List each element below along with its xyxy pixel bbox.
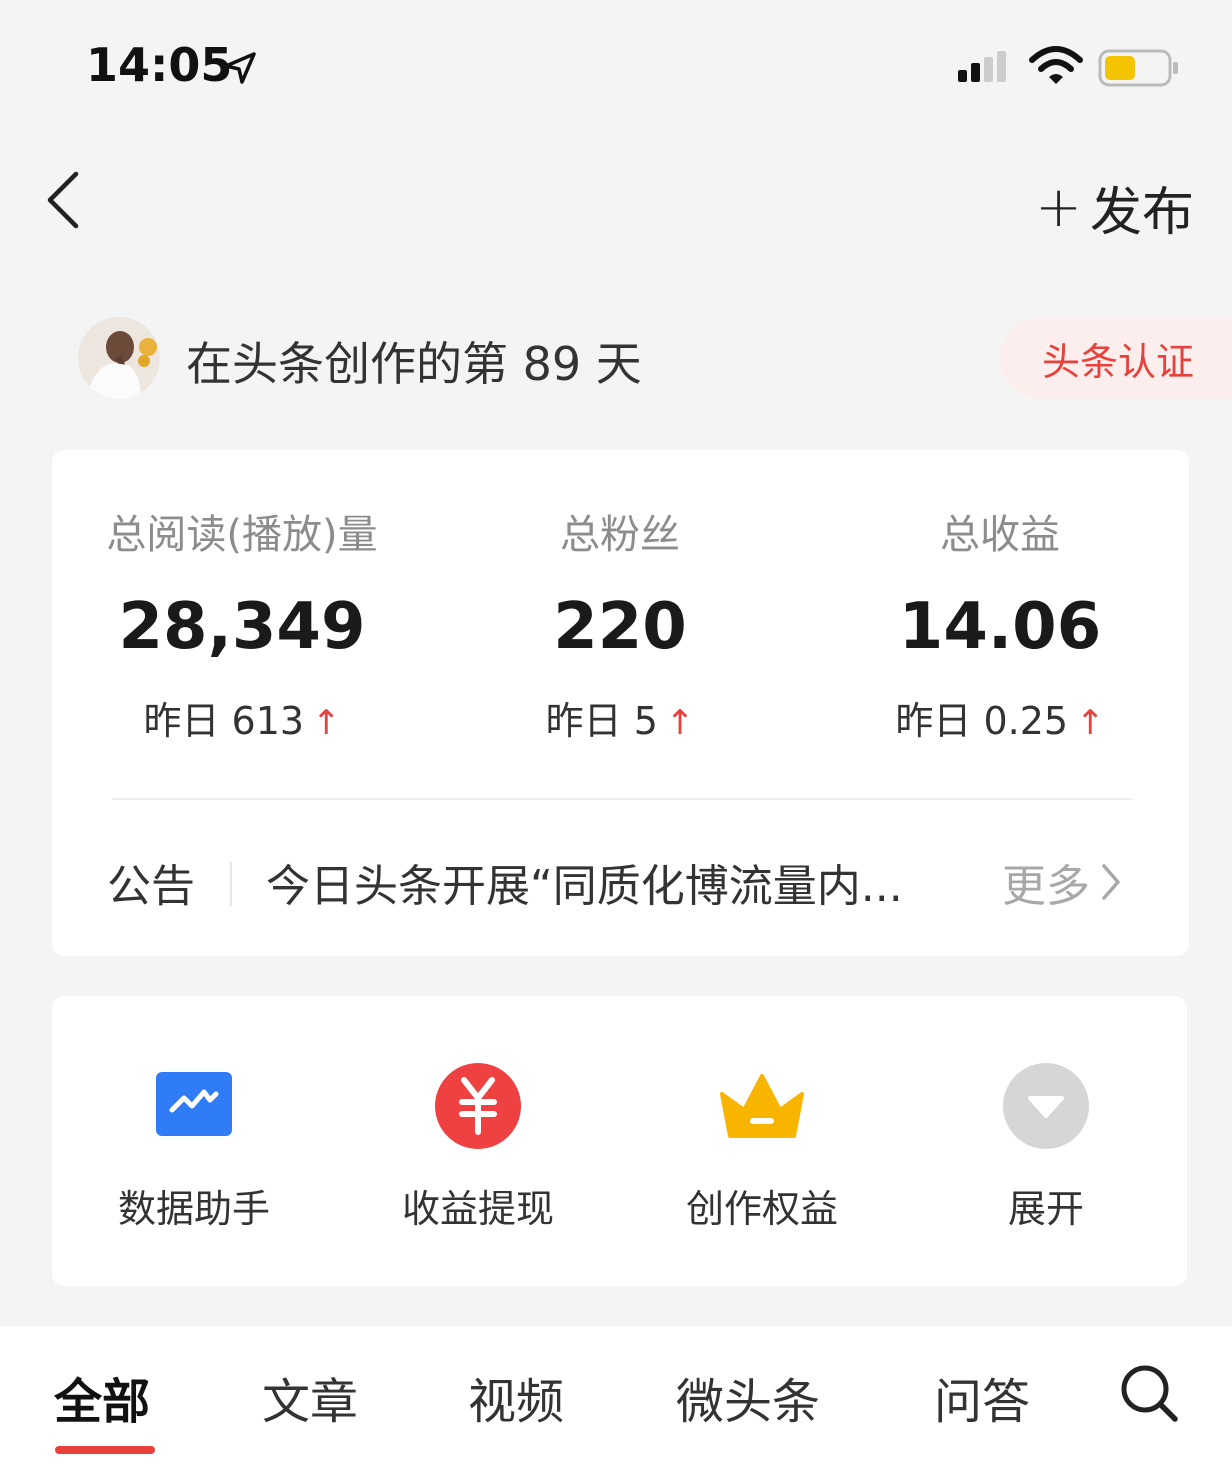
chart-icon (156, 1072, 232, 1136)
tool-data-assistant[interactable]: 数据助手 (94, 1058, 294, 1233)
stat-value: 28,349 (118, 590, 366, 664)
wifi-icon (1029, 46, 1083, 84)
tool-label: 数据助手 (117, 1187, 270, 1231)
expand-icon (1003, 1063, 1089, 1149)
notice-text[interactable]: 今日头条开展“同质化博流量内... (266, 850, 956, 914)
content-tab-bar: 全部 文章 视频 微头条 问答 (0, 1326, 1232, 1468)
tab-articles[interactable]: 文章 (262, 1362, 358, 1432)
up-arrow-icon: ↑ (1076, 703, 1105, 743)
search-icon[interactable] (1118, 1362, 1180, 1424)
tool-label: 展开 (1007, 1187, 1084, 1231)
stat-value: 14.06 (898, 590, 1102, 664)
divider (112, 798, 1132, 800)
crown-icon (720, 1074, 804, 1138)
more-button[interactable]: 更多 (1002, 850, 1122, 914)
tools-card: 数据助手 收益提现 创作权益 展开 (52, 996, 1187, 1286)
stat-label: 总收益 (940, 512, 1060, 558)
tool-creator-benefits[interactable]: 创作权益 (662, 1058, 862, 1233)
stat-label: 总阅读(播放)量 (106, 512, 378, 558)
yuan-icon (435, 1063, 521, 1149)
signal-icon (958, 51, 1006, 82)
status-time: 14:05 (86, 38, 233, 92)
more-label: 更多 (1002, 861, 1090, 912)
location-arrow-icon (224, 52, 256, 84)
toutiao-certification-badge[interactable]: 头条认证 (1000, 318, 1232, 398)
stat-label: 总粉丝 (560, 512, 680, 558)
up-arrow-icon: ↑ (665, 703, 695, 743)
tool-expand[interactable]: 展开 (946, 1058, 1146, 1233)
stat-delta: 昨日 0.25 ↑ (895, 699, 1105, 743)
publish-button[interactable]: + 发布 (1035, 170, 1194, 245)
plus-icon: + (1035, 175, 1082, 240)
notice-label: 公告 (107, 861, 195, 912)
publish-label: 发布 (1089, 183, 1194, 243)
stat-value: 220 (553, 590, 687, 664)
tool-label: 创作权益 (685, 1187, 838, 1231)
battery-icon (1098, 49, 1178, 87)
active-tab-indicator (55, 1446, 155, 1454)
stats-card: 总阅读(播放)量 28,349 昨日 613 ↑ 总粉丝 220 昨日 5 ↑ 总收… (52, 450, 1189, 956)
stat-delta: 昨日 5 ↑ (545, 699, 695, 743)
chevron-right-icon (1102, 864, 1120, 900)
tab-all[interactable]: 全部 (54, 1362, 150, 1432)
up-arrow-icon: ↑ (312, 703, 341, 743)
tab-micro-toutiao[interactable]: 微头条 (676, 1362, 820, 1432)
tool-income-withdraw[interactable]: 收益提现 (378, 1058, 578, 1233)
cert-label: 头条认证 (1042, 339, 1195, 384)
avatar[interactable] (78, 317, 160, 399)
tool-label: 收益提现 (401, 1187, 554, 1231)
notice-separator (230, 862, 232, 906)
stat-delta: 昨日 613 ↑ (143, 699, 341, 743)
creation-days-text: 在头条创作的第 89 天 (186, 337, 642, 391)
tab-videos[interactable]: 视频 (468, 1362, 564, 1432)
back-chevron-icon[interactable] (40, 168, 88, 232)
tab-qa[interactable]: 问答 (934, 1362, 1030, 1432)
